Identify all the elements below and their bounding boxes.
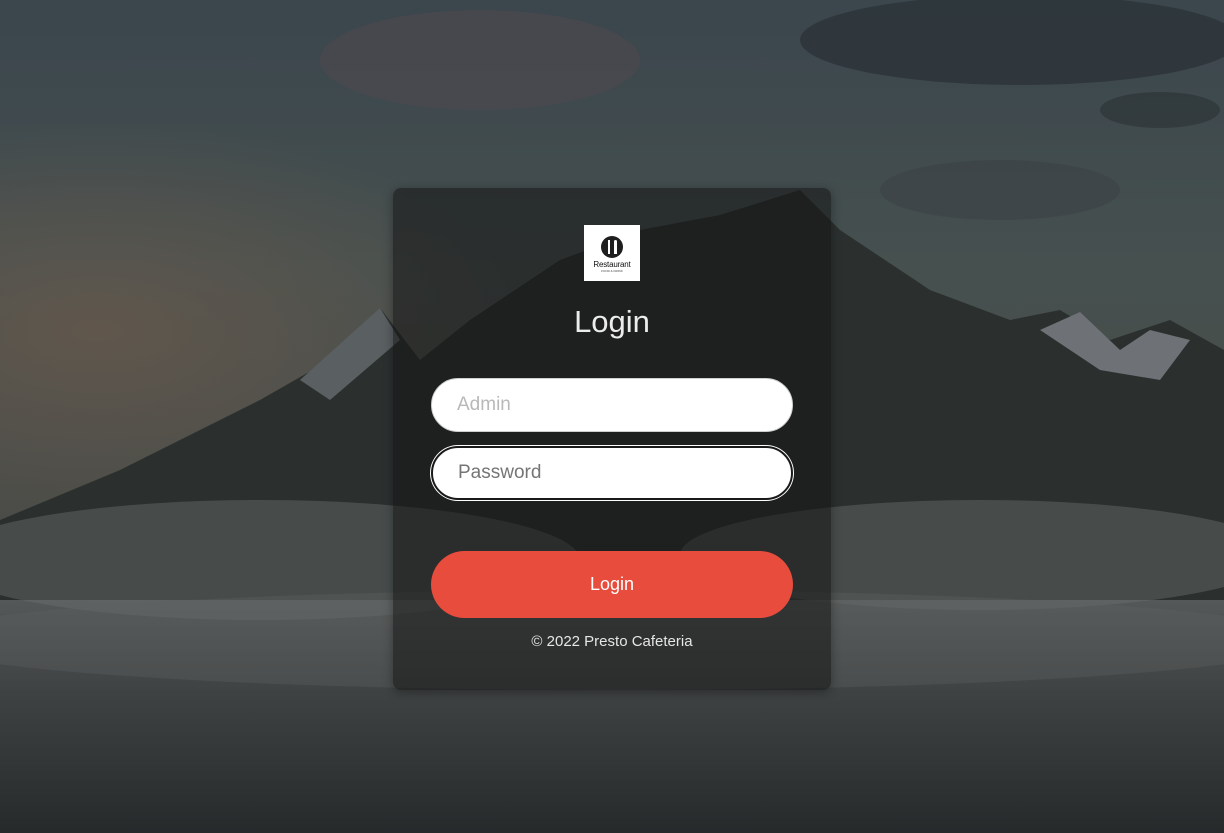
copyright-text: © 2022 Presto Cafeteria xyxy=(531,633,693,650)
login-card: Restaurant FOOD & DRINK Login Login © 20… xyxy=(393,188,831,690)
password-input[interactable] xyxy=(431,446,793,500)
fork-knife-icon xyxy=(601,235,623,258)
restaurant-logo: Restaurant FOOD & DRINK xyxy=(584,225,640,281)
login-button[interactable]: Login xyxy=(431,551,793,618)
logo-text: Restaurant xyxy=(593,259,631,269)
page-title: Login xyxy=(574,304,650,339)
username-input[interactable] xyxy=(431,378,793,432)
logo-subtext: FOOD & DRINK xyxy=(601,268,623,273)
